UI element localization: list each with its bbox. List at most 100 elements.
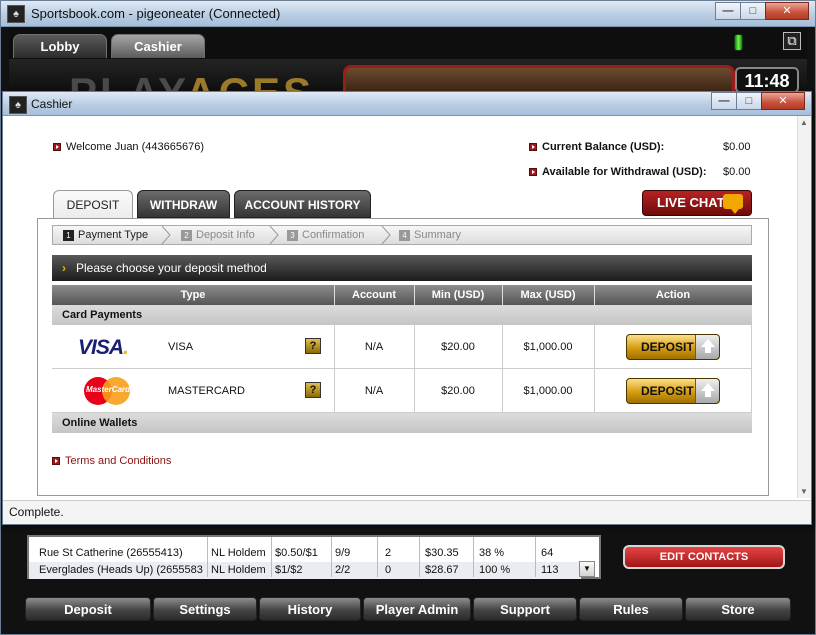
edit-contacts-button[interactable]: EDIT CONTACTS	[623, 545, 785, 569]
visa-logo-accent: .	[123, 336, 129, 359]
welcome-message: Welcome Juan (443665676)	[53, 141, 204, 153]
main-window-title: Sportsbook.com - pigeoneater (Connected)	[31, 6, 281, 21]
bottom-nav: Deposit Settings History Player Admin Su…	[25, 597, 795, 621]
col-action: Action	[655, 289, 691, 301]
table-stakes: $0.50/$1	[275, 547, 318, 559]
visa-logo: VISA.	[78, 336, 129, 360]
status-bar: Complete.	[3, 500, 811, 524]
tab-account-history[interactable]: ACCOUNT HISTORY	[234, 190, 371, 218]
cashier-titlebar[interactable]: ♠ Cashier — □ ✕	[3, 92, 811, 116]
tab-withdraw[interactable]: WITHDRAW	[137, 190, 230, 218]
col-max: Max (USD)	[520, 289, 576, 301]
main-titlebar[interactable]: ♠ Sportsbook.com - pigeoneater (Connecte…	[1, 1, 815, 27]
header-divider	[594, 285, 595, 305]
table-seats: 2/2	[335, 564, 351, 576]
table-header: Type Account Min (USD) Max (USD) Action	[52, 285, 752, 305]
tab-deposit[interactable]: DEPOSIT	[53, 190, 133, 218]
column-divider	[473, 537, 474, 577]
support-nav-button[interactable]: Support	[473, 597, 577, 621]
table-waiting: 2	[385, 547, 392, 559]
table-row[interactable]: Everglades (Heads Up) (2655583 NL Holdem…	[29, 562, 581, 579]
scroll-down-icon[interactable]: ▼	[800, 487, 808, 496]
step-label: Payment Type	[78, 229, 149, 241]
live-chat-button[interactable]: LIVE CHAT	[642, 190, 752, 216]
col-account: Account	[352, 289, 396, 301]
table-avg-pot: $30.35	[425, 547, 459, 559]
help-icon[interactable]: ?	[305, 338, 321, 354]
column-divider	[751, 369, 752, 412]
minimize-button[interactable]: —	[715, 2, 741, 20]
rules-nav-button[interactable]: Rules	[579, 597, 683, 621]
step-separator-icon	[381, 226, 391, 244]
payment-min: $20.00	[441, 385, 475, 397]
deposit-method-title: Please choose your deposit method	[76, 261, 267, 275]
bullet-icon	[52, 457, 60, 466]
table-name: Everglades (Heads Up) (2655583	[39, 564, 203, 576]
store-nav-button[interactable]: Store	[685, 597, 791, 621]
column-divider	[419, 537, 420, 577]
table-row[interactable]: Rue St Catherine (26555413) NL Holdem $0…	[29, 545, 581, 562]
terms-and-conditions-link[interactable]: Terms and Conditions	[52, 455, 171, 467]
arrow-up-icon	[695, 335, 719, 359]
table-avg-pot: $28.67	[425, 564, 459, 576]
column-divider	[535, 537, 536, 577]
terms-text: Terms and Conditions	[65, 455, 172, 467]
deposit-visa-button[interactable]: DEPOSIT	[626, 334, 720, 360]
available-withdrawal-text: Available for Withdrawal (USD):	[542, 166, 707, 178]
scroll-down-icon[interactable]: ▼	[579, 561, 595, 577]
step-deposit-info: 2 Deposit Info	[181, 229, 255, 241]
column-divider	[594, 325, 595, 368]
payment-row-visa: VISA. VISA ? N/A $20.00 $1,000.00 DEPOSI…	[52, 325, 752, 369]
header-divider	[502, 285, 503, 305]
help-icon[interactable]: ?	[305, 382, 321, 398]
history-nav-button[interactable]: History	[259, 597, 361, 621]
settings-nav-button[interactable]: Settings	[153, 597, 257, 621]
current-balance-value: $0.00	[723, 141, 751, 153]
table-waiting: 0	[385, 564, 392, 576]
payment-account: N/A	[364, 385, 384, 397]
column-divider	[502, 325, 503, 368]
col-min: Min (USD)	[431, 289, 485, 301]
deposit-label: DEPOSIT	[641, 384, 694, 398]
scroll-up-icon[interactable]: ▲	[800, 118, 808, 127]
column-divider	[414, 369, 415, 412]
arrow-up-icon	[695, 379, 719, 403]
table-flop: 38 %	[479, 547, 505, 559]
step-payment-type: 1 Payment Type	[63, 229, 148, 241]
cashier-maximize-button[interactable]: □	[736, 92, 762, 110]
bullet-icon	[529, 143, 537, 152]
fullscreen-icon[interactable]: ⧉	[783, 32, 801, 50]
close-button[interactable]: ✕	[765, 2, 809, 20]
table-game: NL Holdem	[211, 547, 266, 559]
cashier-window: ♠ Cashier — □ ✕ Welcome Juan (443665676)…	[2, 91, 812, 525]
deposit-steps: 1 Payment Type 2 Deposit Info 3 Confirmatio…	[52, 225, 752, 245]
deposit-label: DEPOSIT	[641, 340, 694, 354]
deposit-mastercard-button[interactable]: DEPOSIT	[626, 378, 720, 404]
brand-banner: PLAYACES 11:48	[9, 59, 807, 95]
column-divider	[334, 325, 335, 368]
cashier-scrollbar[interactable]: ▲ ▼	[797, 116, 811, 498]
mastercard-logo: MasterCard	[84, 377, 130, 405]
payment-max: $1,000.00	[523, 385, 573, 397]
cashier-close-button[interactable]: ✕	[761, 92, 805, 110]
deposit-nav-button[interactable]: Deposit	[25, 597, 151, 621]
cashier-window-controls: — □ ✕	[711, 92, 805, 110]
table-stakes: $1/$2	[275, 564, 303, 576]
section-card-payments: Card Payments	[52, 305, 752, 325]
cashier-minimize-button[interactable]: —	[711, 92, 737, 110]
table-seats: 9/9	[335, 547, 351, 559]
maximize-button[interactable]: □	[740, 2, 766, 20]
header-divider	[414, 285, 415, 305]
welcome-text: Welcome Juan (443665676)	[66, 141, 204, 153]
step-label: Confirmation	[302, 229, 365, 241]
tab-lobby[interactable]: Lobby	[13, 34, 107, 58]
current-balance-label: Current Balance (USD):	[529, 141, 664, 153]
current-balance-text: Current Balance (USD):	[542, 141, 665, 153]
tab-cashier[interactable]: Cashier	[111, 34, 205, 58]
step-number: 3	[287, 229, 298, 241]
payment-row-mastercard: MasterCard MASTERCARD ? N/A $20.00 $1,00…	[52, 369, 752, 413]
step-separator-icon	[161, 226, 171, 244]
payment-name: VISA	[168, 341, 194, 353]
step-label: Summary	[414, 229, 462, 241]
player-admin-nav-button[interactable]: Player Admin	[363, 597, 471, 621]
